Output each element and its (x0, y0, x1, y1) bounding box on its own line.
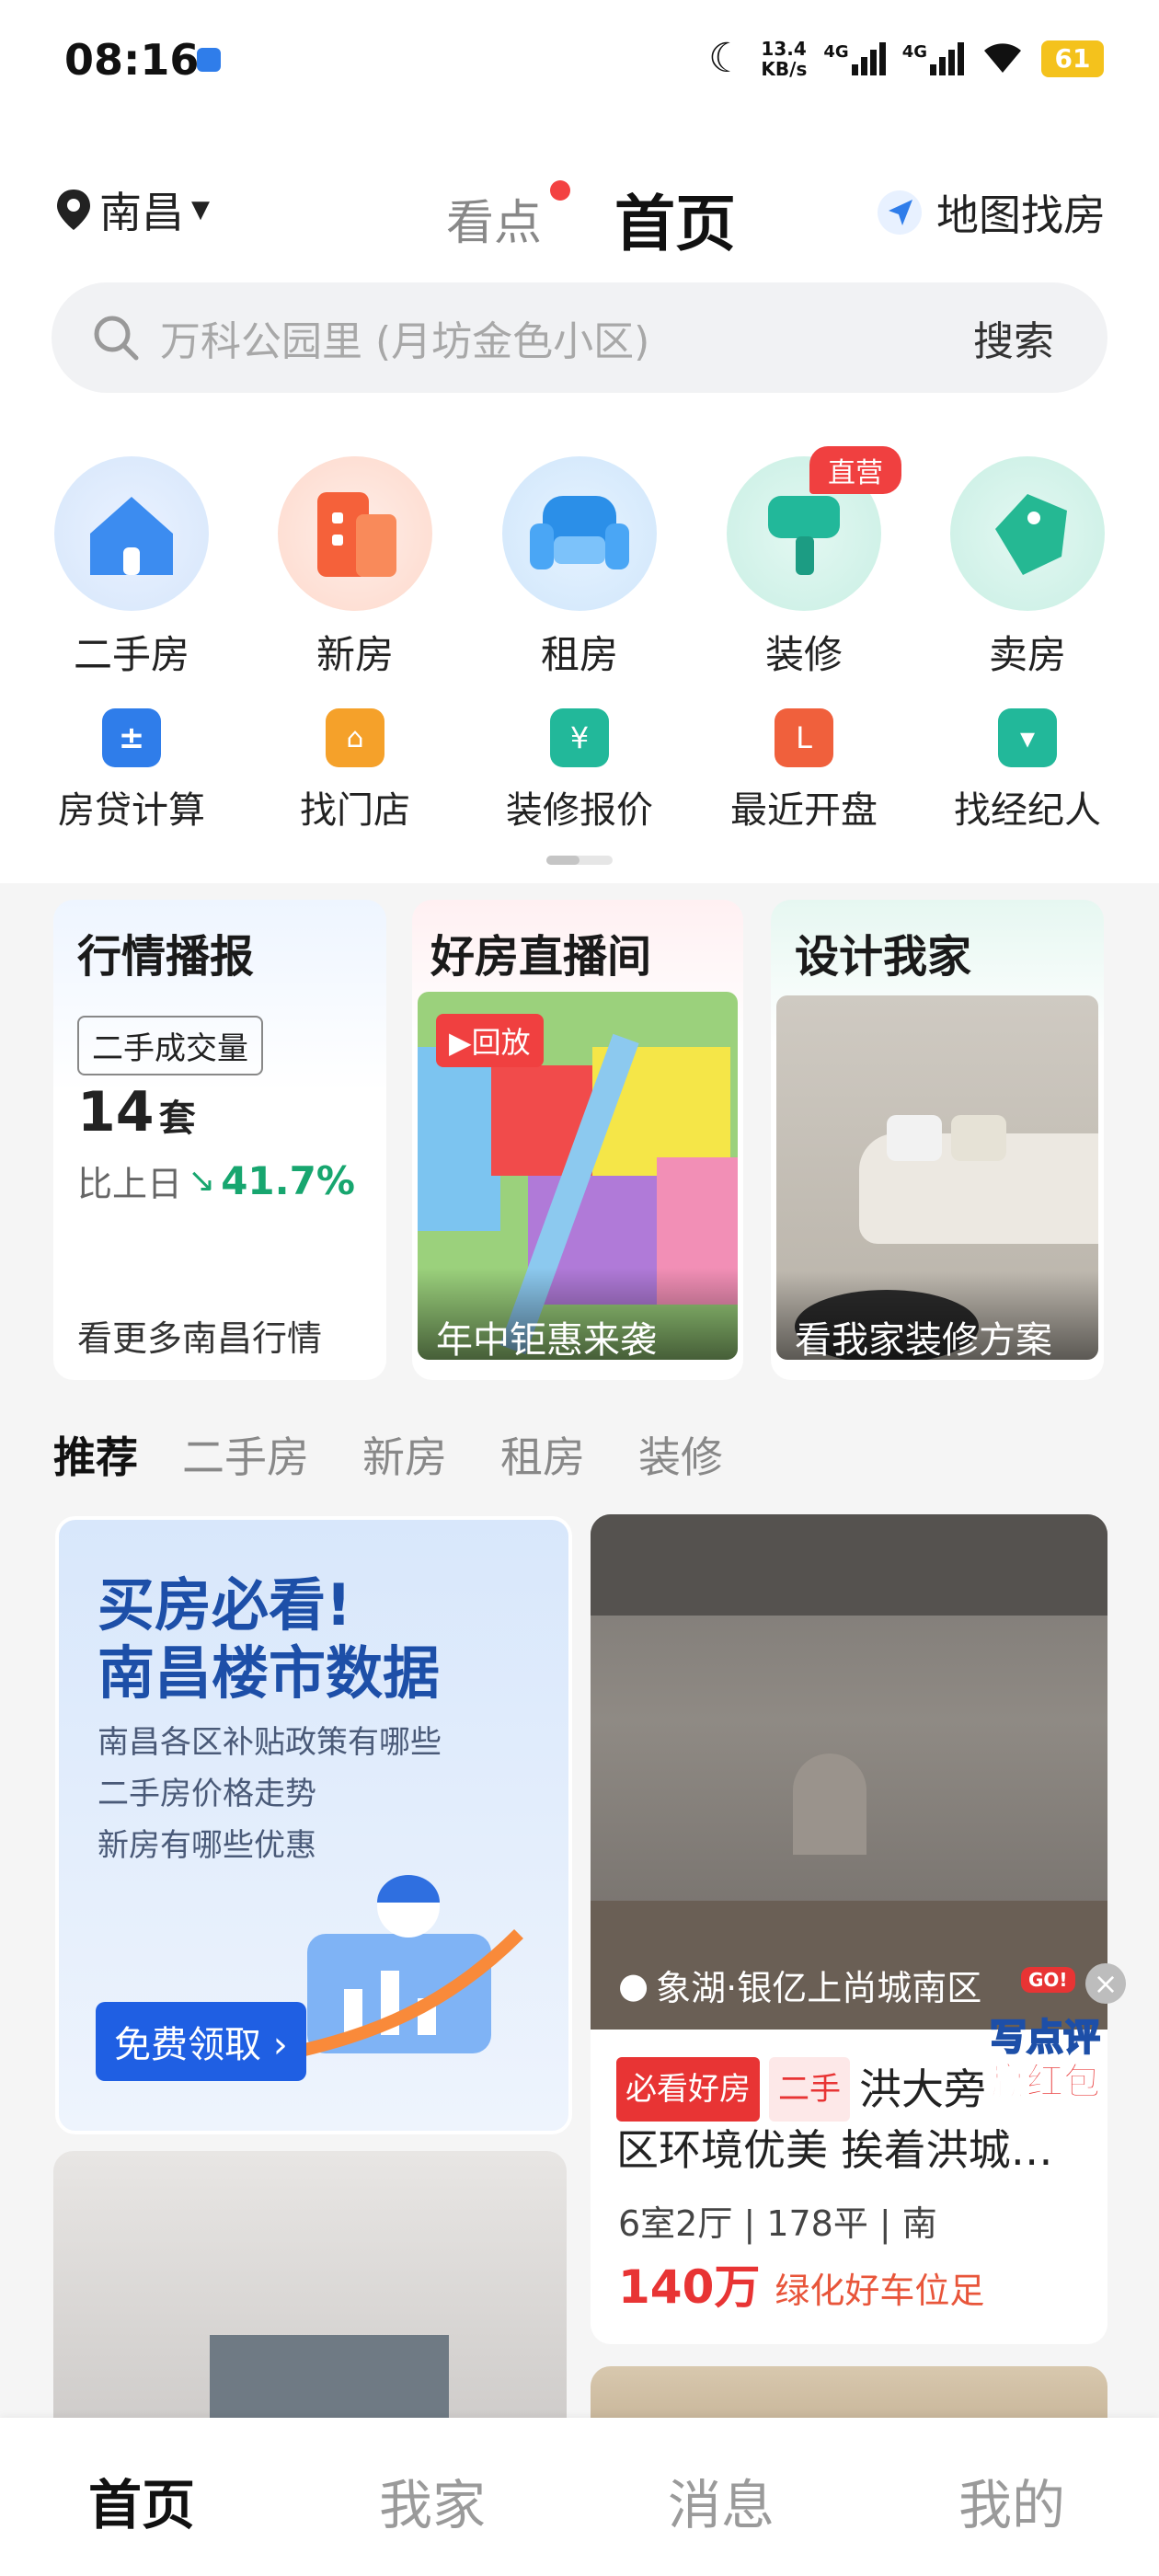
bottom-navigation: 首页 我家 消息 我的 (0, 2418, 1159, 2576)
feed-tab-new-house[interactable]: 新房 (362, 1424, 447, 1485)
wallet-icon: ¥ (550, 708, 609, 767)
map-search-button[interactable]: 地图找房 (876, 182, 1106, 243)
agent-tie-icon: ▾ (998, 708, 1057, 767)
listing-photo (591, 1514, 1107, 2030)
app-notification-icon (197, 48, 221, 72)
market-card-title: 行情播报 (77, 931, 255, 983)
review-reward-float[interactable]: GO! × 写点评 赢红包 (984, 1963, 1141, 2104)
live-card-footer: 年中钜惠来袭 (436, 1319, 657, 1362)
wifi-icon (981, 38, 1025, 79)
building-icon (278, 456, 432, 611)
design-card[interactable]: 设计我家 看我家装修方案 (771, 900, 1104, 1380)
house-icon (54, 456, 209, 611)
deal-count: 14 套 (77, 1080, 196, 1144)
live-card-title: 好房直播间 (430, 931, 652, 983)
location-pin-icon: ● (618, 1964, 649, 2006)
direct-badge: 直营 (809, 446, 901, 494)
tool-decoration-quote[interactable]: ¥ 装修报价 (478, 708, 681, 834)
must-see-tag: 必看好房 (616, 2057, 760, 2122)
feed-tab-decoration[interactable]: 装修 (638, 1424, 723, 1485)
page-indicator (546, 856, 613, 865)
down-arrow-icon: ↘ (188, 1162, 216, 1200)
promo-illustration (287, 1869, 528, 2072)
unread-dot (550, 180, 570, 201)
feed-tab-recommend[interactable]: 推荐 (53, 1424, 138, 1485)
live-card[interactable]: 好房直播间 ▶回放 年中钜惠来袭 (412, 900, 743, 1380)
feed-tabs: 推荐 二手房 新房 租房 装修 (53, 1424, 723, 1485)
status-icons: ☾ 13.4 KB/s 4G 4G 61 (708, 35, 1104, 82)
tool-recent-opening[interactable]: L 最近开盘 (703, 708, 905, 834)
caret-down-icon: ▼ (191, 196, 210, 224)
search-icon (94, 316, 139, 361)
listing-photo-2[interactable] (53, 2151, 567, 2427)
signal-icon-1: 4G (823, 41, 886, 75)
market-card-footer[interactable]: 看更多南昌行情 (77, 1310, 322, 1361)
nav-messages[interactable]: 消息 (668, 2462, 775, 2539)
listing-price: 140万 (618, 2260, 761, 2314)
moon-icon: ☾ (707, 35, 745, 82)
listing-price-row: 140万 绿化好车位足 (618, 2250, 984, 2317)
search-button[interactable]: 搜索 (973, 308, 1054, 367)
replay-badge: ▶回放 (436, 1014, 544, 1067)
price-tag-icon (950, 456, 1105, 611)
second-hand-tag: 二手 (769, 2057, 850, 2122)
entry-sell[interactable]: 卖房 (935, 456, 1119, 680)
design-card-title: 设计我家 (795, 931, 972, 983)
net-speed: 13.4 KB/s (761, 37, 808, 80)
design-card-footer: 看我家装修方案 (795, 1319, 1052, 1362)
map-search-label: 地图找房 (936, 190, 1106, 240)
tool-mortgage-calc[interactable]: ± 房贷计算 (30, 708, 233, 834)
free-claim-button[interactable]: 免费领取 › (96, 2002, 306, 2081)
sofa-icon (502, 456, 657, 611)
nav-my-home[interactable]: 我家 (379, 2462, 486, 2539)
nav-profile[interactable]: 我的 (958, 2462, 1065, 2539)
city-name: 南昌 (99, 188, 184, 237)
market-data-promo[interactable]: 买房必看! 南昌楼市数据 南昌各区补贴政策有哪些 二手房价格走势 新房有哪些优惠… (55, 1516, 572, 2134)
store-icon: ⌂ (326, 708, 384, 767)
city-selector[interactable]: 南昌 ▼ (55, 179, 210, 240)
listing-location: ● 象湖·银亿上尚城南区 (618, 1964, 982, 2009)
status-time: 08:16 (64, 35, 200, 85)
promo-bullet-2: 二手房价格走势 (98, 1776, 316, 1812)
tool-find-agent[interactable]: ▾ 找经纪人 (926, 708, 1129, 834)
tab-news[interactable]: 看点 (446, 184, 542, 253)
listing-specs: 6室2厅 | 178平 | 南 (618, 2203, 937, 2244)
calculator-icon: ± (102, 708, 161, 767)
close-icon[interactable]: × (1085, 1963, 1126, 2004)
search-bar[interactable]: 万科公园里 (月坊金色小区) 搜索 (52, 282, 1107, 393)
entry-new-house[interactable]: 新房 (263, 456, 447, 680)
nav-home[interactable]: 首页 (88, 2462, 195, 2539)
design-cover-image (776, 995, 1098, 1360)
calendar-icon: L (775, 708, 833, 767)
go-badge: GO! (1021, 1967, 1075, 1993)
feed-tab-rent[interactable]: 租房 (500, 1424, 585, 1485)
battery-icon: 61 (1041, 40, 1104, 77)
market-card[interactable]: 行情播报 二手成交量 14 套 比上日 ↘ 41.7% 看更多南昌行情 (53, 900, 386, 1380)
tab-home[interactable]: 首页 (614, 175, 736, 263)
play-icon: ▶ (449, 1025, 472, 1060)
signal-icon-2: 4G (902, 41, 964, 75)
promo-bullet-3: 新房有哪些优惠 (98, 1827, 316, 1864)
feed-tab-second-hand[interactable]: 二手房 (182, 1424, 309, 1485)
location-pin-icon (57, 190, 90, 230)
promo-title-2: 南昌楼市数据 (98, 1639, 441, 1707)
tool-find-store[interactable]: ⌂ 找门店 (254, 708, 456, 834)
search-placeholder[interactable]: 万科公园里 (月坊金色小区) (160, 308, 973, 367)
listing-card[interactable]: ● 象湖·银亿上尚城南区 必看好房 二手 洪大旁 区环境优美 挨着洪城… 6室2… (591, 1514, 1107, 2344)
entry-second-hand[interactable]: 二手房 (40, 456, 224, 680)
navigation-arrow-icon (878, 190, 922, 235)
listing-photo-3 (591, 2366, 1107, 2421)
volume-chip: 二手成交量 (77, 1016, 263, 1075)
daily-compare: 比上日 ↘ 41.7% (77, 1158, 355, 1204)
promo-bullet-1: 南昌各区补贴政策有哪些 (98, 1724, 442, 1761)
review-line-2: 赢红包 (990, 2061, 1101, 2104)
listing-highlight: 绿化好车位足 (775, 2271, 985, 2311)
entry-rent[interactable]: 租房 (488, 456, 671, 680)
